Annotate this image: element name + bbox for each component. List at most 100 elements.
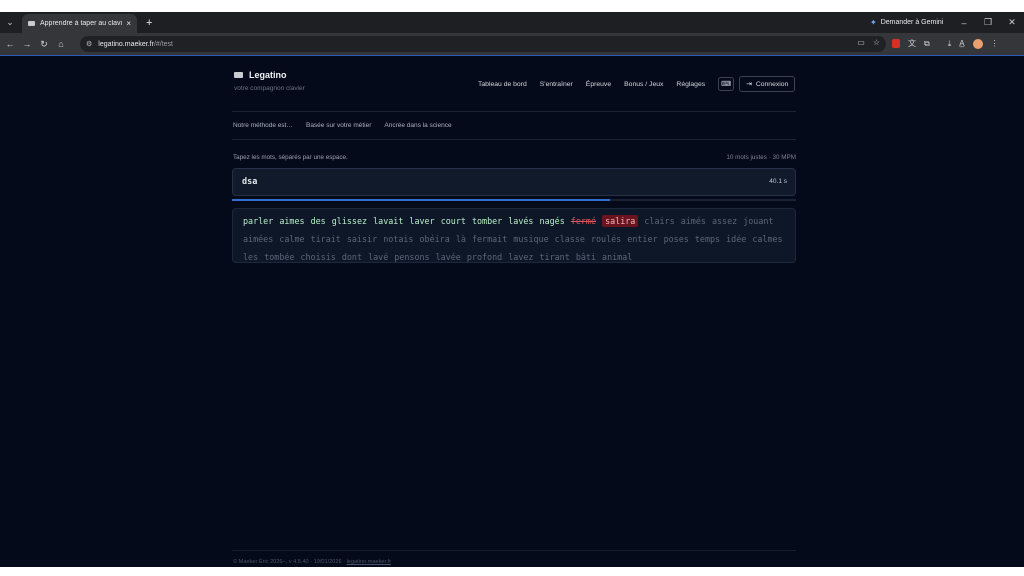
brand-logo[interactable]: Legatino — [234, 70, 287, 80]
extensions-puzzle-icon[interactable]: ⧉ — [924, 39, 930, 49]
nav-practice[interactable]: S'entraîner — [540, 81, 573, 88]
download-icon[interactable]: ⤓ — [948, 39, 952, 49]
new-tab-button[interactable]: + — [146, 17, 152, 29]
word-pending: notais — [383, 234, 414, 244]
word-pending: lavée — [435, 252, 461, 262]
brand-tagline: votre compagnon clavier — [234, 85, 305, 92]
timer: 40.1 s — [769, 178, 787, 185]
home-icon[interactable]: ⌂ — [54, 39, 68, 49]
back-icon[interactable]: ← — [3, 39, 17, 49]
word-pending: classe — [554, 234, 585, 244]
typing-input[interactable]: dsa 40.1 s — [232, 168, 796, 196]
word-pending: idée — [726, 234, 747, 244]
word-pending: tirait — [310, 234, 341, 244]
word-list: parler aimes des glissez lavait laver co… — [232, 208, 796, 263]
tab-strip: ⌄ Apprendre à taper au clavier sa × + ✦ … — [0, 12, 1024, 33]
word-pending: dont — [341, 252, 363, 262]
active-tab[interactable]: Apprendre à taper au clavier sa × — [22, 14, 137, 33]
word-pending: calme — [279, 234, 305, 244]
browser-menu-icon[interactable]: ⋮ — [991, 39, 999, 48]
extensions-area: 文 ⧉ ⤓ A̲ ⋮ — [892, 38, 999, 49]
time-progress-bar — [232, 199, 796, 201]
test-instruction: Tapez les mots, séparés par une espace. — [233, 154, 348, 161]
subnav-science[interactable]: Ancrée dans la science — [384, 122, 451, 129]
login-label: Connexion — [755, 80, 789, 88]
keyboard-icon — [234, 72, 243, 78]
word-pending: roulés — [590, 234, 622, 244]
keyboard-toggle-icon: ⌨ — [721, 81, 732, 88]
word-pending: les — [243, 252, 259, 262]
profile-avatar[interactable] — [972, 38, 983, 49]
word-pending: fermait — [471, 234, 508, 244]
window-controls: – ❐ ✕ — [952, 12, 1024, 33]
word-pending: aimés — [680, 216, 706, 226]
bookmark-star-icon[interactable]: ☆ — [873, 38, 880, 47]
word-pending: jouant — [743, 216, 774, 226]
word-correct: court — [440, 216, 466, 226]
reload-icon[interactable]: ↻ — [37, 39, 51, 50]
typing-input-value: dsa — [242, 177, 258, 187]
word-pending: profond — [466, 252, 503, 262]
gemini-spark-icon: ✦ — [870, 18, 877, 27]
subnav-method[interactable]: Notre méthode est… — [233, 122, 293, 129]
address-bar[interactable]: ⚙ legatino.maeker.fr/#/test ▭ ☆ — [80, 36, 886, 52]
word-correct: parler — [243, 216, 274, 226]
nav-test[interactable]: Épreuve — [586, 81, 611, 88]
word-pending: tombée — [264, 252, 295, 262]
translate-icon[interactable]: A̲ — [959, 39, 964, 48]
footer: © Maeker Éric 2026–, v 4.5.40 · 19/01/20… — [233, 559, 391, 565]
forward-icon[interactable]: → — [20, 39, 34, 49]
time-progress-fill — [232, 199, 610, 201]
nav-dashboard[interactable]: Tableau de bord — [478, 81, 527, 88]
tab-close-icon[interactable]: × — [126, 19, 131, 28]
word-correct: lavés — [508, 216, 534, 226]
login-icon: ⇥ — [746, 81, 752, 88]
browser-window: ⌄ Apprendre à taper au clavier sa × + ✦ … — [0, 12, 1024, 567]
gemini-label: Demander à Gemini — [880, 19, 944, 26]
tab-search-icon[interactable]: ⌄ — [0, 17, 20, 28]
close-window-icon[interactable]: ✕ — [1000, 17, 1024, 28]
main-nav: Tableau de bord S'entraîner Épreuve Bonu… — [478, 76, 796, 92]
word-correct: tomber — [471, 216, 503, 226]
gemini-button[interactable]: ✦ Demander à Gemini — [870, 16, 943, 29]
login-button[interactable]: ⇥ Connexion — [739, 76, 796, 92]
word-correct: nagés — [539, 216, 565, 226]
url-host: legatino.maeker.fr — [98, 40, 154, 48]
word-pending: là — [455, 234, 466, 244]
footer-divider — [232, 550, 796, 551]
minimize-icon[interactable]: – — [952, 18, 976, 28]
word-pending: tirant — [539, 252, 570, 262]
restore-icon[interactable]: ❐ — [976, 17, 1000, 28]
translate-extension-icon[interactable]: 文 — [908, 38, 916, 49]
nav-settings[interactable]: Réglages — [676, 81, 705, 88]
browser-toolbar: ← → ↻ ⌂ ⚙ legatino.maeker.fr/#/test ▭ ☆ … — [0, 33, 1024, 55]
word-correct: lavait — [373, 216, 404, 226]
keyboard-favicon-icon — [28, 21, 35, 26]
site-info-icon[interactable]: ⚙ — [86, 40, 92, 48]
tab-title: Apprendre à taper au clavier sa — [40, 20, 123, 27]
word-pending: pensons — [394, 252, 430, 262]
word-pending: calmes — [752, 234, 783, 244]
word-pending: choisis — [300, 252, 336, 262]
cast-icon[interactable]: ▭ — [857, 38, 865, 47]
footer-link[interactable]: legatino.maeker.fr — [347, 559, 391, 565]
word-pending: bâti — [575, 252, 596, 262]
footer-text: © Maeker Éric 2026–, v 4.5.40 · 19/01/20… — [233, 559, 346, 565]
word-correct: des — [310, 216, 326, 226]
word-pending: entier — [627, 234, 658, 244]
test-stats: 10 mots justes · 30 MPM — [726, 154, 796, 161]
word-pending: saisir — [346, 234, 378, 244]
word-pending: obéira — [419, 234, 450, 244]
subnav-job[interactable]: Basée sur votre métier — [306, 122, 371, 129]
adblock-extension-icon[interactable] — [892, 39, 900, 48]
word-pending: lavez — [508, 252, 534, 262]
word-pending: assez — [711, 216, 738, 226]
nav-bonus-games[interactable]: Bonus / Jeux — [624, 81, 663, 88]
word-pending: temps — [694, 234, 721, 244]
keyboard-toggle-button[interactable]: ⌨ — [718, 77, 735, 91]
word-correct: aimes — [279, 216, 305, 226]
word-correct: laver — [409, 216, 435, 226]
word-pending: animal — [602, 252, 633, 262]
site-header: Legatino votre compagnon clavier Tableau… — [232, 56, 796, 112]
word-current: salira — [602, 215, 639, 227]
